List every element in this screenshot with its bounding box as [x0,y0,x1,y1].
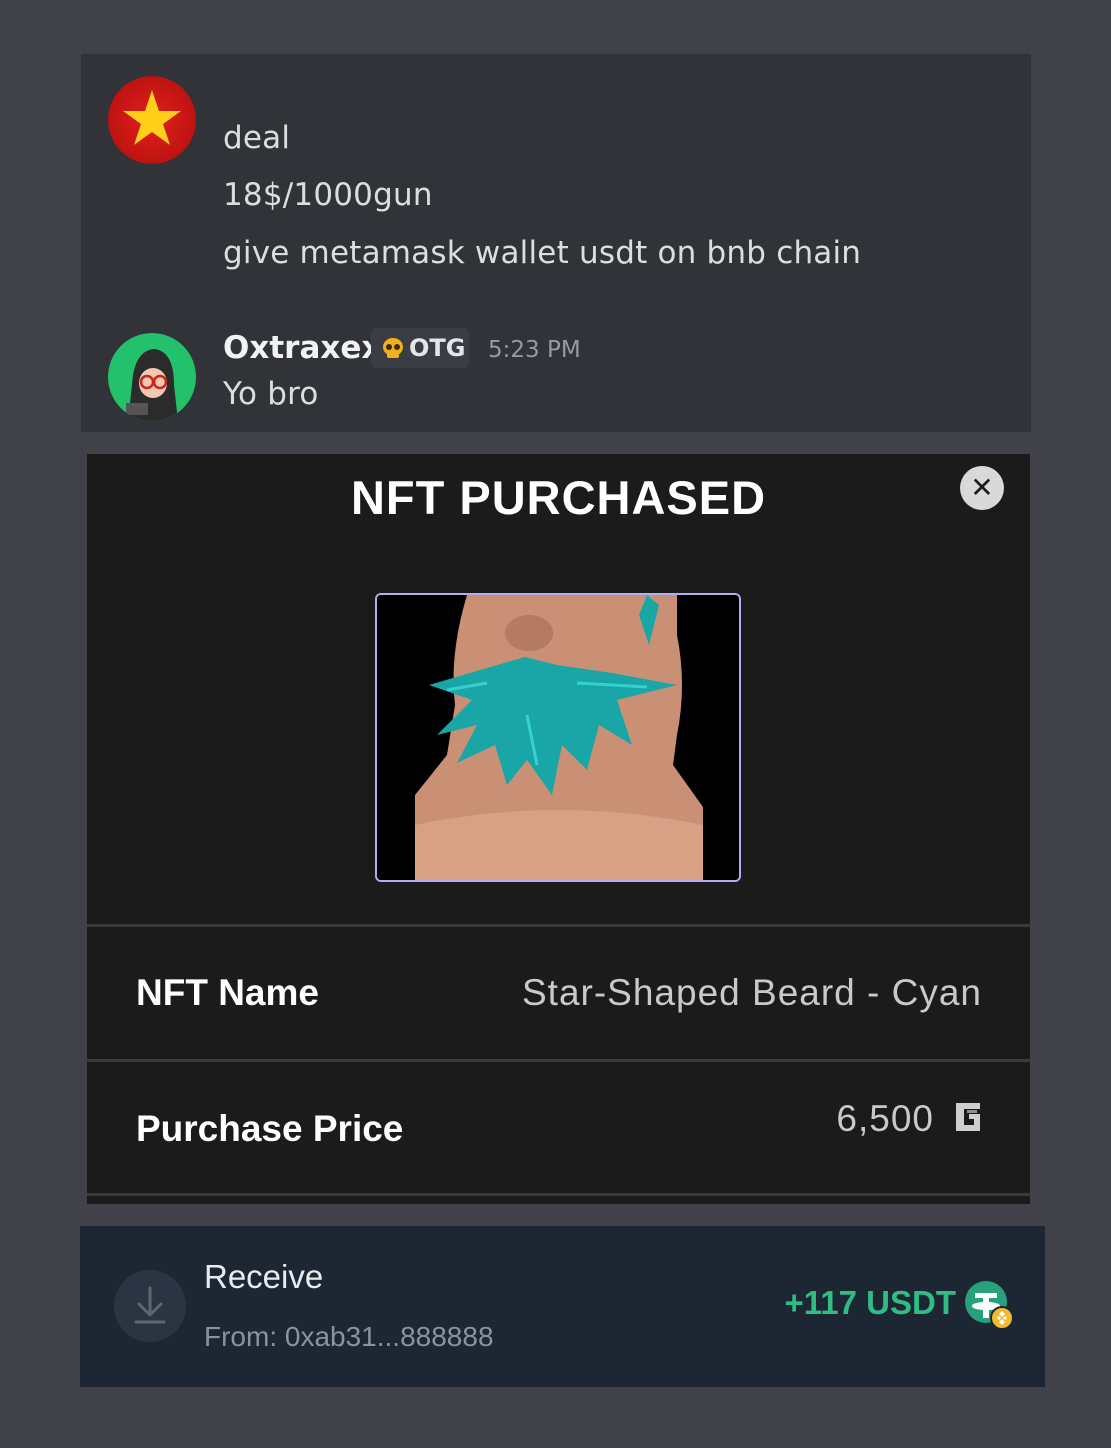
gun-currency-icon [956,1103,980,1131]
nft-purchased-modal: NFT PURCHASED ✕ NFT Name Star-Shaped Bea… [87,454,1030,1204]
user-avatar-hooded[interactable] [108,333,196,421]
divider [87,924,1030,927]
skull-icon [383,338,403,358]
usdt-bnb-token-icon [965,1281,1014,1330]
chat-panel: deal 18$/1000gun give metamask wallet us… [81,54,1031,432]
chat-message-line: Yo bro [223,376,319,412]
receive-title: Receive [204,1258,324,1295]
received-amount: +117 USDT [784,1284,956,1321]
nft-name-label: NFT Name [136,972,319,1013]
role-tag-label: OTG [409,334,466,362]
username[interactable]: Oxtraxex [223,330,381,366]
nft-name-value: Star-Shaped Beard - Cyan [521,972,982,1013]
message-timestamp: 5:23 PM [488,337,581,363]
close-icon[interactable]: ✕ [960,466,1004,510]
receive-transaction-row[interactable]: Receive From: 0xab31...888888 +117 USDT [80,1226,1045,1387]
chat-message-line: 18$/1000gun [223,177,433,213]
divider [87,1059,1030,1062]
user-avatar-star[interactable] [108,76,196,164]
beard-nft-illustration [377,595,739,880]
nft-image [375,593,741,882]
sender-address: From: 0xab31...888888 [204,1321,494,1352]
role-tag[interactable]: OTG [371,328,469,368]
hooded-character-icon [126,349,178,421]
star-icon [123,90,181,145]
modal-title: NFT PURCHASED [350,471,767,524]
divider [87,1193,1030,1196]
download-icon [114,1270,186,1342]
chat-message-line: give metamask wallet usdt on bnb chain [223,235,862,271]
purchase-price-value: 6,500 [836,1098,934,1139]
chat-message-line: deal [223,120,291,156]
purchase-price-label: Purchase Price [136,1108,404,1149]
